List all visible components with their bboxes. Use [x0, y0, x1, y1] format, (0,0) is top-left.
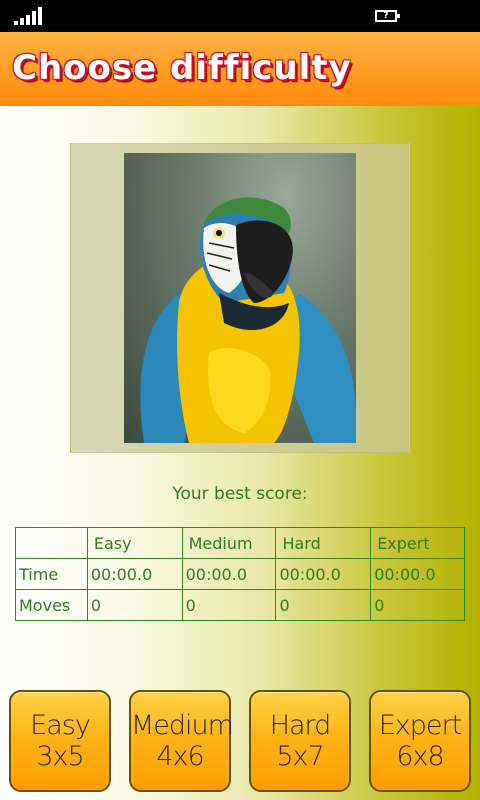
row-label-time: Time	[15, 558, 88, 590]
expert-button-label: Expert	[378, 710, 462, 741]
best-score-label: Your best score:	[172, 484, 308, 504]
parrot-image-icon	[140, 197, 356, 443]
column-header-expert: Expert	[370, 527, 465, 559]
time-medium: 00:00.0	[181, 558, 277, 590]
moves-medium: 0	[181, 589, 277, 621]
easy-button[interactable]: Easy 3x5	[9, 690, 111, 792]
time-easy: 00:00.0	[86, 558, 183, 590]
time-hard: 00:00.0	[275, 558, 372, 590]
column-header-hard: Hard	[275, 527, 372, 559]
page-title: Choose difficulty	[12, 48, 352, 88]
column-header-empty	[15, 527, 88, 559]
table-header-row: Easy Medium Hard Expert	[15, 527, 465, 559]
signal-strength-icon	[14, 7, 44, 25]
moves-easy: 0	[86, 589, 183, 621]
column-header-easy: Easy	[86, 527, 183, 559]
hard-button-size: 5x7	[276, 741, 324, 772]
expert-button[interactable]: Expert 6x8	[369, 690, 471, 792]
table-row: Time 00:00.0 00:00.0 00:00.0 00:00.0	[15, 558, 465, 590]
medium-button[interactable]: Medium 4x6	[129, 690, 234, 792]
hard-button-label: Hard	[269, 710, 332, 741]
row-label-moves: Moves	[15, 589, 88, 621]
table-row: Moves 0 0 0 0	[15, 589, 465, 621]
parrot-photo	[124, 153, 356, 443]
time-expert: 00:00.0	[370, 558, 465, 590]
status-bar: ?	[0, 0, 480, 32]
medium-button-size: 4x6	[156, 741, 204, 772]
easy-button-size: 3x5	[36, 741, 84, 772]
easy-button-label: Easy	[30, 710, 91, 741]
battery-icon: ?	[375, 10, 400, 22]
moves-expert: 0	[370, 589, 465, 621]
medium-button-label: Medium	[131, 710, 234, 741]
best-score-table: Easy Medium Hard Expert Time 00:00.0 00:…	[15, 527, 465, 621]
moves-hard: 0	[275, 589, 372, 621]
hard-button[interactable]: Hard 5x7	[249, 690, 351, 792]
expert-button-size: 6x8	[396, 741, 444, 772]
column-header-medium: Medium	[181, 527, 277, 559]
